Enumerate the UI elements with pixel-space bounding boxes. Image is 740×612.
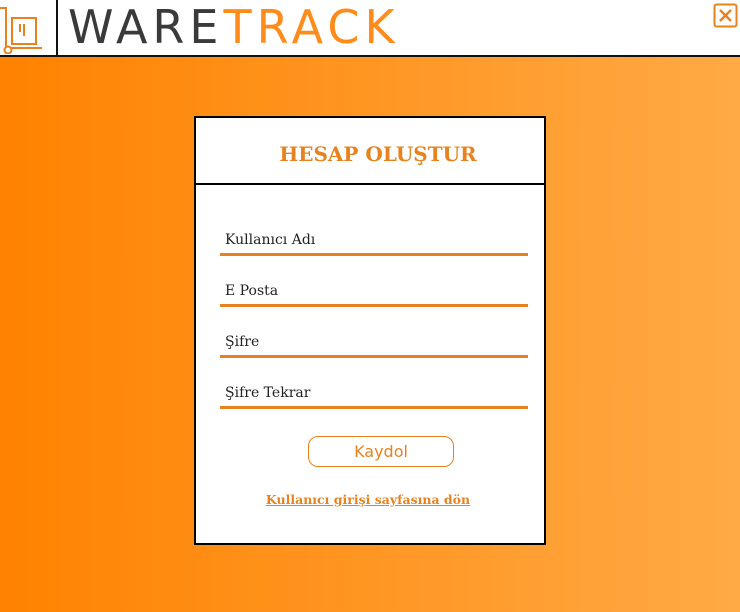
username-field[interactable] <box>220 226 528 256</box>
brand-text-track: TRACK <box>223 0 400 54</box>
card-header: HESAP OLUŞTUR <box>196 118 544 185</box>
brand-logo: WARETRACK <box>68 0 400 55</box>
close-icon[interactable] <box>713 3 738 28</box>
register-card: HESAP OLUŞTUR Kaydol Kullanıcı girişi sa… <box>194 116 546 545</box>
hand-truck-box-icon <box>0 7 42 54</box>
app-header: WARETRACK <box>0 0 740 57</box>
brand-text-ware: WARE <box>68 0 224 54</box>
logo-divider <box>56 0 58 55</box>
password-confirm-field[interactable] <box>220 379 528 409</box>
email-field[interactable] <box>220 277 528 307</box>
register-button[interactable]: Kaydol <box>308 436 454 467</box>
back-to-login-link[interactable]: Kullanıcı girişi sayfasına dön <box>196 492 540 507</box>
password-field[interactable] <box>220 328 528 358</box>
form-title: HESAP OLUŞTUR <box>279 142 477 166</box>
